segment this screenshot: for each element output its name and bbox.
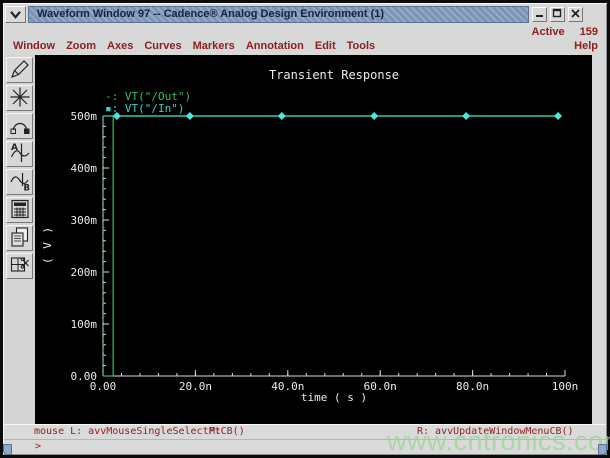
pen-button[interactable] <box>6 57 33 83</box>
window-title: Waveform Window 97 -- Cadence® Analog De… <box>28 6 529 23</box>
x-axis-label: time ( s ) <box>300 391 368 404</box>
close-icon <box>570 7 581 22</box>
menu-item-markers[interactable]: Markers <box>193 40 235 52</box>
waveform-marker-a-button[interactable]: A <box>6 141 33 167</box>
menu-item-edit[interactable]: Edit <box>315 40 336 52</box>
starburst-button[interactable] <box>6 85 33 111</box>
command-prompt-row[interactable]: > <box>4 439 606 454</box>
status-bar: mouse L: avvMouseSingleSelectPtCB() M: R… <box>4 424 606 454</box>
mouse-right-binding: R: avvUpdateWindowMenuCB() <box>417 426 574 437</box>
legend-label: VT("/In") <box>124 101 185 115</box>
title-bar: Waveform Window 97 -- Cadence® Analog De… <box>5 5 605 24</box>
mouse-middle-binding: M: <box>209 426 222 437</box>
maximize-icon <box>552 7 563 22</box>
menu-item-axes[interactable]: Axes <box>107 40 133 52</box>
calculator-button[interactable] <box>6 197 33 223</box>
arc-probe-button[interactable] <box>6 113 33 139</box>
pen-icon <box>8 57 32 84</box>
menu-item-annotation[interactable]: Annotation <box>246 40 304 52</box>
data-point-marker[interactable] <box>370 112 379 120</box>
window-menu-button[interactable] <box>5 6 26 23</box>
y-tick-label: 100m <box>71 318 98 331</box>
menu-bar: Window Zoom Axes Curves Markers Annotation Edi… <box>13 38 598 53</box>
active-status: Active 159 <box>520 26 598 38</box>
data-point-marker[interactable] <box>277 112 286 120</box>
y-tick-label: 300m <box>71 214 98 227</box>
copy-subwindow-icon <box>8 225 32 252</box>
maximize-button[interactable] <box>550 7 565 22</box>
plot-title: Transient Response <box>268 68 400 82</box>
legend-marker-icon: ▪: <box>105 101 125 115</box>
waveform-window: Waveform Window 97 -- Cadence® Analog De… <box>0 0 610 458</box>
y-tick-label: 0.00 <box>71 370 98 383</box>
mouse-bindings-row: mouse L: avvMouseSingleSelectPtCB() M: R… <box>4 425 606 439</box>
calculator-icon <box>8 197 32 224</box>
cut-subwindow-button[interactable] <box>6 253 33 279</box>
menu-item-curves[interactable]: Curves <box>144 40 181 52</box>
resize-grip-right[interactable] <box>598 444 607 455</box>
legend-entry-1[interactable]: ▪: VT("/In") <box>105 101 191 115</box>
svg-text:B: B <box>23 183 29 193</box>
resize-grip-left[interactable] <box>3 444 12 455</box>
waveform-marker-b-icon: B <box>8 169 32 196</box>
copy-subwindow-button[interactable] <box>6 225 33 251</box>
waveform-marker-b-button[interactable]: B <box>6 169 33 195</box>
menu-item-tools[interactable]: Tools <box>347 40 376 52</box>
data-point-marker[interactable] <box>554 112 563 120</box>
y-axis-label: ( V ) <box>41 225 54 265</box>
prompt-symbol: > <box>35 441 42 452</box>
minimize-button[interactable] <box>532 7 547 22</box>
active-count: 159 <box>579 26 598 38</box>
y-tick-label: 200m <box>71 266 98 279</box>
menu-item-help[interactable]: Help <box>574 40 598 52</box>
y-tick-label: 500m <box>71 110 98 123</box>
cut-subwindow-icon <box>8 253 32 280</box>
menu-item-window[interactable]: Window <box>13 40 55 52</box>
starburst-icon <box>8 85 32 112</box>
waveform-marker-a-icon: A <box>8 141 32 168</box>
minimize-icon <box>534 7 545 22</box>
toolbar: AB <box>4 55 36 425</box>
legend: -: VT("/Out") ▪: VT("/In") <box>105 91 191 114</box>
chevron-down-icon <box>9 7 22 22</box>
waveform-canvas[interactable]: 0.00 20.0n 40.0n 60.0n 80.0n 100n 0.00 100m 200m… <box>35 55 592 425</box>
close-button[interactable] <box>568 7 583 22</box>
menu-item-zoom[interactable]: Zoom <box>66 40 96 52</box>
y-tick-label: 400m <box>71 162 98 175</box>
data-point-marker[interactable] <box>462 112 471 120</box>
arc-probe-icon <box>8 113 32 140</box>
active-label: Active <box>531 26 565 38</box>
